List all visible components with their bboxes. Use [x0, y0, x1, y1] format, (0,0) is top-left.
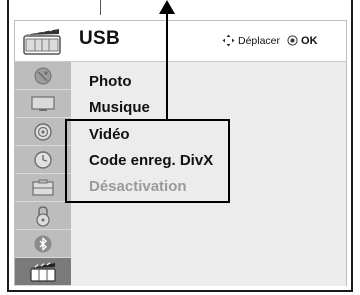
callout-highlight-box: [65, 119, 230, 203]
sidebar-item-picture[interactable]: [15, 90, 71, 118]
sidebar-item-lock[interactable]: [15, 202, 71, 230]
ok-hint-label: OK: [301, 34, 318, 47]
tv-screen-icon: [31, 95, 55, 111]
clock-icon: [34, 150, 52, 169]
speaker-icon: [34, 122, 52, 141]
menu-item-photo[interactable]: Photo: [89, 73, 132, 90]
sidebar-item-bluetooth[interactable]: [15, 230, 71, 258]
menu-item-music[interactable]: Musique: [89, 99, 150, 116]
usb-film-icon: [30, 261, 56, 282]
callout-arrow-shaft: [166, 10, 168, 119]
frame-divider: [100, 0, 101, 15]
manual-illustration: USB Déplacer OK Photo Musique Vidéo Code…: [0, 0, 360, 295]
move-hint-label: Déplacer: [238, 34, 281, 47]
ok-button-icon: [287, 35, 298, 46]
sidebar-item-audio[interactable]: [15, 118, 71, 146]
callout-arrow-head: [159, 0, 175, 14]
lock-icon: [36, 205, 50, 227]
options-icon: [32, 179, 54, 196]
bluetooth-icon: [34, 235, 52, 252]
sidebar-item-usb[interactable]: [15, 258, 71, 286]
sidebar-item-time[interactable]: [15, 146, 71, 174]
menu-header: USB Déplacer OK: [15, 21, 346, 62]
category-icon-column: [15, 62, 71, 286]
nav-hint: Déplacer OK: [222, 34, 318, 47]
menu-title: USB: [79, 28, 121, 49]
sidebar-item-satellite[interactable]: [15, 62, 71, 90]
satellite-dish-icon: [34, 67, 52, 84]
dpad-icon: [222, 34, 235, 47]
sidebar-item-options[interactable]: [15, 174, 71, 202]
usb-film-icon: [23, 27, 61, 55]
